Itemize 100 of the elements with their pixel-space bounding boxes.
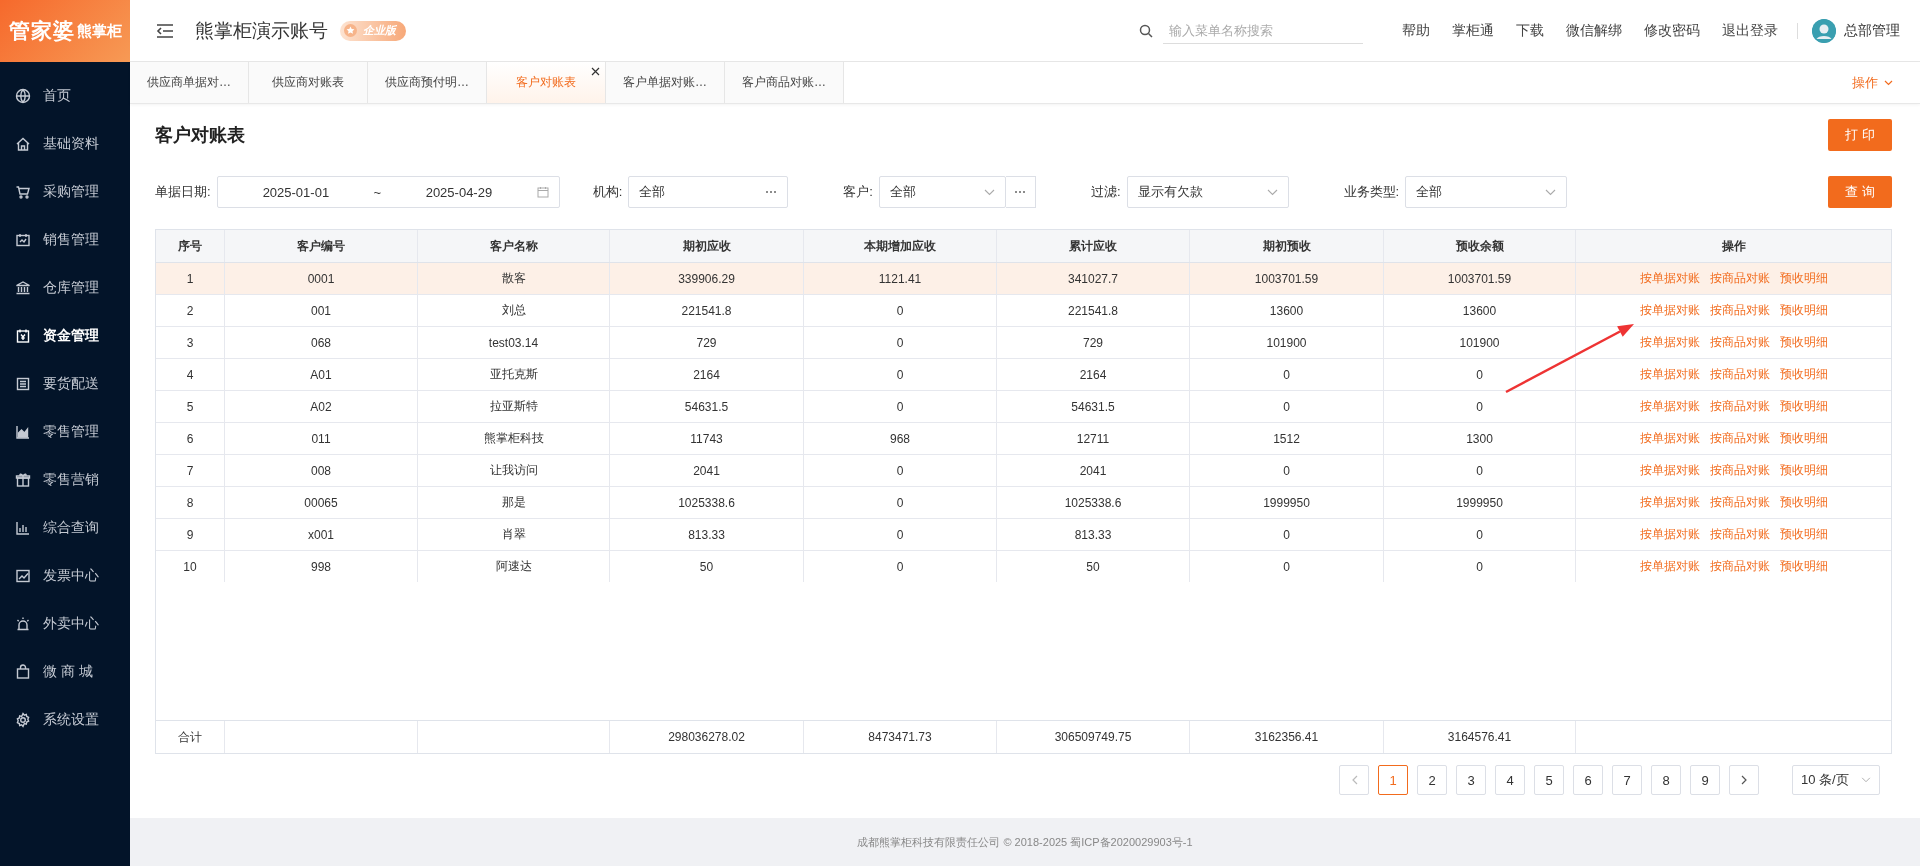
table-cell: 4	[156, 359, 225, 390]
table-cell: 0	[1384, 359, 1576, 390]
house-icon	[15, 136, 31, 152]
table-cell: 阿速达	[418, 551, 610, 582]
filter-label: 单据日期:	[155, 183, 211, 201]
tab[interactable]: 供应商单据对…	[130, 62, 249, 103]
more-icon	[1014, 190, 1027, 194]
copyright-text: 成都熊掌柜科技有限责任公司 © 2018-2025 蜀ICP备2020029903号-1	[857, 834, 1193, 850]
next-page-button[interactable]	[1729, 765, 1759, 795]
logo-text: 熊掌柜	[76, 21, 122, 41]
table-cell: 221541.8	[997, 295, 1190, 326]
sidebar-item[interactable]: 资金管理	[0, 312, 130, 360]
caret-icon	[1861, 777, 1871, 783]
header-link[interactable]: 掌柜通	[1452, 21, 1494, 40]
table-cell: A01	[225, 359, 418, 390]
total-cell: 8473471.73	[804, 721, 997, 753]
header-link[interactable]: 退出登录	[1722, 21, 1778, 40]
calendar-icon	[15, 232, 31, 248]
select-field[interactable]: 全部	[1405, 176, 1568, 208]
tab[interactable]: 供应商对账表	[249, 62, 368, 103]
table-cell: 0	[1190, 455, 1384, 486]
table-cell: test03.14	[418, 327, 610, 358]
avatar-icon[interactable]	[1812, 18, 1836, 43]
table-cell: 0	[804, 391, 997, 422]
sidebar-item[interactable]: 采购管理	[0, 168, 130, 216]
select-field[interactable]: 全部	[878, 176, 1006, 208]
sidebar-item[interactable]: 要货配送	[0, 360, 130, 408]
table-cell: 101900	[1384, 327, 1576, 358]
header-link[interactable]: 下载	[1516, 21, 1544, 40]
table-cell: 0	[1384, 391, 1576, 422]
page-button[interactable]: 7	[1612, 765, 1642, 795]
total-cell: 298036278.02	[610, 721, 804, 753]
page-button[interactable]: 6	[1573, 765, 1603, 795]
table-cell: 1999950	[1384, 487, 1576, 518]
select-field[interactable]: 显示有欠款	[1126, 176, 1289, 208]
sidebar-item[interactable]: 首页	[0, 72, 130, 120]
page-button[interactable]: 2	[1417, 765, 1447, 795]
bar-chart-icon	[15, 520, 31, 536]
table-cell: 13600	[1190, 295, 1384, 326]
table-cell: 5	[156, 391, 225, 422]
menu-icon[interactable]	[155, 22, 175, 39]
page-size-select[interactable]: 10 条/页	[1792, 765, 1880, 795]
table-cell: 50	[997, 551, 1190, 582]
table-cell: 9	[156, 519, 225, 550]
calendar-icon	[536, 186, 549, 198]
tab[interactable]: 客户商品对账…	[725, 62, 844, 103]
sidebar-item[interactable]: 外卖中心	[0, 600, 130, 648]
table-cell: 1512	[1190, 423, 1384, 454]
user-name[interactable]: 总部管理	[1844, 21, 1900, 40]
page-button[interactable]: 8	[1651, 765, 1681, 795]
page-button[interactable]: 9	[1690, 765, 1720, 795]
table-cell: 008	[225, 455, 418, 486]
table-cell: 2041	[610, 455, 804, 486]
chevron-right-icon	[1740, 775, 1748, 785]
search-icon	[1139, 23, 1153, 38]
tab[interactable]: 客户单据对账…	[606, 62, 725, 103]
line-chart-icon	[15, 568, 31, 584]
table-cell: 068	[225, 327, 418, 358]
sidebar-item[interactable]: 基础资料	[0, 120, 130, 168]
gift-icon	[15, 472, 31, 488]
page-button[interactable]: 5	[1534, 765, 1564, 795]
table-cell: 肖翠	[418, 519, 610, 550]
table-cell: 0	[1384, 455, 1576, 486]
table-cell: 让我访问	[418, 455, 610, 486]
caret-icon	[983, 188, 995, 196]
total-cell: 306509749.75	[997, 721, 1190, 753]
table-cell: 0	[804, 519, 997, 550]
bank-icon	[15, 280, 31, 296]
table-cell: 729	[610, 327, 804, 358]
date-range-field[interactable]: 2025-01-01 ~ 2025-04-29	[216, 176, 560, 208]
page-title: 客户对账表	[155, 124, 245, 147]
table-cell: A02	[225, 391, 418, 422]
picker-field[interactable]: 全部	[628, 176, 789, 208]
sidebar-item[interactable]: 零售管理	[0, 408, 130, 456]
table-cell: 1300	[1384, 423, 1576, 454]
tab[interactable]: 供应商预付明…	[368, 62, 487, 103]
alarm-icon	[15, 616, 31, 632]
more-icon	[765, 190, 778, 194]
column-header: 操作	[1720, 237, 1747, 255]
close-icon[interactable]	[591, 67, 600, 76]
sidebar-item[interactable]: 发票中心	[0, 552, 130, 600]
table-cell: 7	[156, 455, 225, 486]
cart-icon	[15, 184, 31, 200]
table-cell: 1025338.6	[997, 487, 1190, 518]
caret-icon	[1266, 188, 1278, 196]
sidebar-item[interactable]: 系统设置	[0, 696, 130, 744]
sidebar-item[interactable]: 仓库管理	[0, 264, 130, 312]
sidebar-item[interactable]: 微 商 城	[0, 648, 130, 696]
table-cell: 0001	[225, 263, 418, 294]
filter-label: 业务类型:	[1343, 183, 1400, 201]
sidebar-item[interactable]: 销售管理	[0, 216, 130, 264]
header-link[interactable]: 修改密码	[1644, 21, 1700, 40]
header-link[interactable]: 帮助	[1402, 21, 1430, 40]
page-button[interactable]: 3	[1456, 765, 1486, 795]
header-link[interactable]: 微信解绑	[1566, 21, 1622, 40]
table-cell: 0	[1190, 359, 1384, 390]
page-button[interactable]: 4	[1495, 765, 1525, 795]
sidebar-item[interactable]: 综合查询	[0, 504, 130, 552]
sidebar-item[interactable]: 零售营销	[0, 456, 130, 504]
table-cell: 拉亚斯特	[418, 391, 610, 422]
